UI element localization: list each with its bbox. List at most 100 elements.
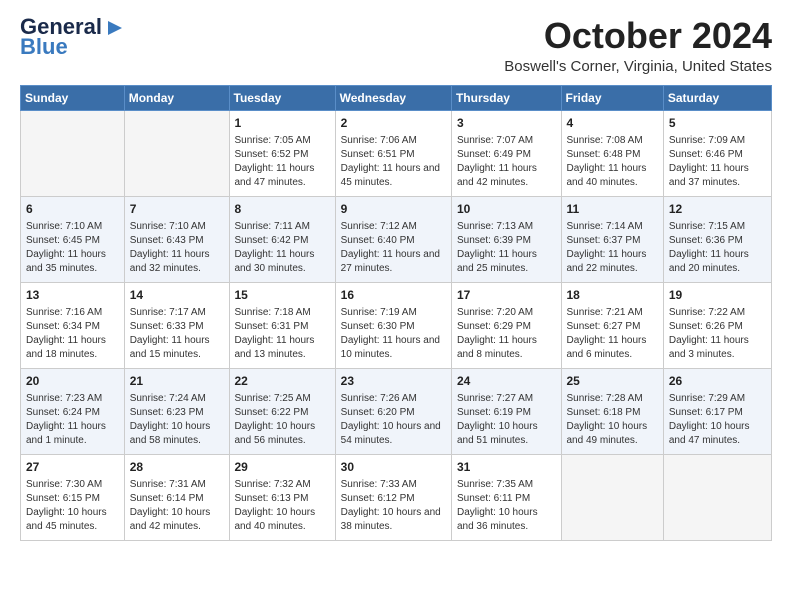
table-row: 8 Sunrise: 7:11 AMSunset: 6:42 PMDaylight… [229, 196, 335, 282]
day-number: 8 [235, 201, 330, 218]
table-row: 26 Sunrise: 7:29 AMSunset: 6:17 PMDayligh… [663, 368, 771, 454]
day-number: 29 [235, 459, 330, 476]
header-monday: Monday [124, 85, 229, 110]
day-number: 13 [26, 287, 119, 304]
day-number: 2 [341, 115, 446, 132]
location: Boswell's Corner, Virginia, United State… [504, 58, 772, 75]
table-row: 30 Sunrise: 7:33 AMSunset: 6:12 PMDayligh… [335, 454, 451, 540]
day-number: 16 [341, 287, 446, 304]
table-row: 14 Sunrise: 7:17 AMSunset: 6:33 PMDayligh… [124, 282, 229, 368]
day-info: Sunrise: 7:19 AMSunset: 6:30 PMDaylight:… [341, 306, 446, 362]
table-row [561, 454, 663, 540]
day-number: 4 [567, 115, 658, 132]
table-row: 7 Sunrise: 7:10 AMSunset: 6:43 PMDaylight… [124, 196, 229, 282]
calendar-week-row: 13Sunrise: 7:16 AMSunset: 6:34 PMDayligh… [21, 282, 772, 368]
table-row [124, 110, 229, 196]
table-row: 20Sunrise: 7:23 AMSunset: 6:24 PMDayligh… [21, 368, 125, 454]
day-info: Sunrise: 7:07 AMSunset: 6:49 PMDaylight:… [457, 134, 556, 190]
day-info: Sunrise: 7:35 AMSunset: 6:11 PMDaylight:… [457, 478, 556, 534]
title-block: October 2024 Boswell's Corner, Virginia,… [504, 16, 772, 75]
table-row: 18 Sunrise: 7:21 AMSunset: 6:27 PMDayligh… [561, 282, 663, 368]
day-info: Sunrise: 7:33 AMSunset: 6:12 PMDaylight:… [341, 478, 446, 534]
day-info: Sunrise: 7:17 AMSunset: 6:33 PMDaylight:… [130, 306, 224, 362]
day-info: Sunrise: 7:09 AMSunset: 6:46 PMDaylight:… [669, 134, 766, 190]
table-row: 16 Sunrise: 7:19 AMSunset: 6:30 PMDayligh… [335, 282, 451, 368]
day-number: 17 [457, 287, 556, 304]
table-row: 19Sunrise: 7:22 AMSunset: 6:26 PMDayligh… [663, 282, 771, 368]
day-number: 31 [457, 459, 556, 476]
calendar-week-row: 20Sunrise: 7:23 AMSunset: 6:24 PMDayligh… [21, 368, 772, 454]
day-number: 7 [130, 201, 224, 218]
day-info: Sunrise: 7:10 AMSunset: 6:43 PMDaylight:… [130, 220, 224, 276]
day-number: 24 [457, 373, 556, 390]
table-row: 31 Sunrise: 7:35 AMSunset: 6:11 PMDayligh… [451, 454, 561, 540]
day-number: 3 [457, 115, 556, 132]
day-info: Sunrise: 7:14 AMSunset: 6:37 PMDaylight:… [567, 220, 658, 276]
day-info: Sunrise: 7:20 AMSunset: 6:29 PMDaylight:… [457, 306, 556, 362]
day-info: Sunrise: 7:31 AMSunset: 6:14 PMDaylight:… [130, 478, 224, 534]
table-row: 1 Sunrise: 7:05 AMSunset: 6:52 PMDaylight… [229, 110, 335, 196]
table-row: 6 Sunrise: 7:10 AMSunset: 6:45 PMDaylight… [21, 196, 125, 282]
day-info: Sunrise: 7:28 AMSunset: 6:18 PMDaylight:… [567, 392, 658, 448]
day-number: 12 [669, 201, 766, 218]
day-info: Sunrise: 7:06 AMSunset: 6:51 PMDaylight:… [341, 134, 446, 190]
table-row: 24 Sunrise: 7:27 AMSunset: 6:19 PMDayligh… [451, 368, 561, 454]
table-row: 13Sunrise: 7:16 AMSunset: 6:34 PMDayligh… [21, 282, 125, 368]
day-number: 21 [130, 373, 224, 390]
day-info: Sunrise: 7:05 AMSunset: 6:52 PMDaylight:… [235, 134, 330, 190]
header-saturday: Saturday [663, 85, 771, 110]
day-info: Sunrise: 7:29 AMSunset: 6:17 PMDaylight:… [669, 392, 766, 448]
calendar-week-row: 1 Sunrise: 7:05 AMSunset: 6:52 PMDaylight… [21, 110, 772, 196]
table-row: 29Sunrise: 7:32 AMSunset: 6:13 PMDayligh… [229, 454, 335, 540]
table-row: 15Sunrise: 7:18 AMSunset: 6:31 PMDayligh… [229, 282, 335, 368]
day-info: Sunrise: 7:30 AMSunset: 6:15 PMDaylight:… [26, 478, 119, 534]
table-row [663, 454, 771, 540]
day-info: Sunrise: 7:24 AMSunset: 6:23 PMDaylight:… [130, 392, 224, 448]
calendar-week-row: 6 Sunrise: 7:10 AMSunset: 6:45 PMDaylight… [21, 196, 772, 282]
header-thursday: Thursday [451, 85, 561, 110]
weekday-header-row: Sunday Monday Tuesday Wednesday Thursday… [21, 85, 772, 110]
table-row: 17 Sunrise: 7:20 AMSunset: 6:29 PMDayligh… [451, 282, 561, 368]
day-number: 14 [130, 287, 224, 304]
day-number: 11 [567, 201, 658, 218]
table-row: 10 Sunrise: 7:13 AMSunset: 6:39 PMDayligh… [451, 196, 561, 282]
day-number: 6 [26, 201, 119, 218]
day-number: 1 [235, 115, 330, 132]
day-number: 5 [669, 115, 766, 132]
day-info: Sunrise: 7:11 AMSunset: 6:42 PMDaylight:… [235, 220, 330, 276]
day-info: Sunrise: 7:10 AMSunset: 6:45 PMDaylight:… [26, 220, 119, 276]
logo-arrow-icon [106, 19, 124, 37]
day-number: 27 [26, 459, 119, 476]
table-row: 21 Sunrise: 7:24 AMSunset: 6:23 PMDayligh… [124, 368, 229, 454]
month-title: October 2024 [504, 16, 772, 56]
header-sunday: Sunday [21, 85, 125, 110]
day-number: 25 [567, 373, 658, 390]
day-number: 26 [669, 373, 766, 390]
day-number: 30 [341, 459, 446, 476]
header-tuesday: Tuesday [229, 85, 335, 110]
table-row: 2 Sunrise: 7:06 AMSunset: 6:51 PMDaylight… [335, 110, 451, 196]
logo: General Blue [20, 16, 124, 58]
logo-blue-text: Blue [20, 36, 68, 58]
day-number: 9 [341, 201, 446, 218]
day-info: Sunrise: 7:15 AMSunset: 6:36 PMDaylight:… [669, 220, 766, 276]
table-row: 12 Sunrise: 7:15 AMSunset: 6:36 PMDayligh… [663, 196, 771, 282]
day-info: Sunrise: 7:21 AMSunset: 6:27 PMDaylight:… [567, 306, 658, 362]
table-row [21, 110, 125, 196]
day-info: Sunrise: 7:23 AMSunset: 6:24 PMDaylight:… [26, 392, 119, 448]
day-info: Sunrise: 7:27 AMSunset: 6:19 PMDaylight:… [457, 392, 556, 448]
day-number: 18 [567, 287, 658, 304]
calendar-week-row: 27 Sunrise: 7:30 AMSunset: 6:15 PMDayligh… [21, 454, 772, 540]
table-row: 27 Sunrise: 7:30 AMSunset: 6:15 PMDayligh… [21, 454, 125, 540]
day-number: 10 [457, 201, 556, 218]
table-row: 3 Sunrise: 7:07 AMSunset: 6:49 PMDaylight… [451, 110, 561, 196]
day-info: Sunrise: 7:22 AMSunset: 6:26 PMDaylight:… [669, 306, 766, 362]
table-row: 22Sunrise: 7:25 AMSunset: 6:22 PMDayligh… [229, 368, 335, 454]
table-row: 23Sunrise: 7:26 AMSunset: 6:20 PMDayligh… [335, 368, 451, 454]
table-row: 5 Sunrise: 7:09 AMSunset: 6:46 PMDaylight… [663, 110, 771, 196]
header-wednesday: Wednesday [335, 85, 451, 110]
day-info: Sunrise: 7:13 AMSunset: 6:39 PMDaylight:… [457, 220, 556, 276]
header: General Blue October 2024 Boswell's Corn… [20, 16, 772, 75]
table-row: 28Sunrise: 7:31 AMSunset: 6:14 PMDayligh… [124, 454, 229, 540]
day-number: 22 [235, 373, 330, 390]
